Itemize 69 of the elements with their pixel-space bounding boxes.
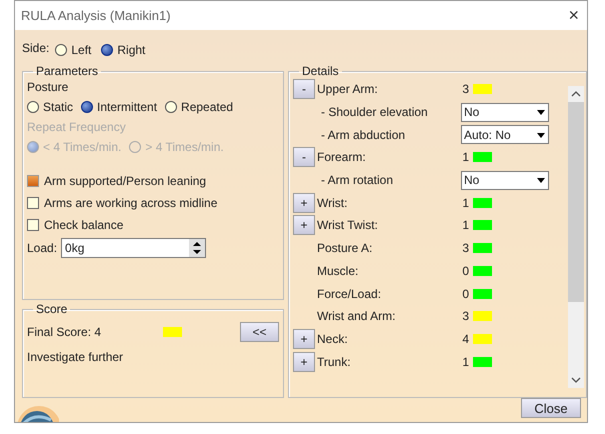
- score-value: 4: [461, 332, 469, 346]
- radio-button[interactable]: [27, 101, 39, 113]
- scrollbar[interactable]: [568, 86, 584, 388]
- score-label: Muscle:: [317, 264, 360, 278]
- checkbox[interactable]: [27, 175, 39, 187]
- scroll-up-icon[interactable]: [571, 90, 581, 98]
- score-label: Force/Load:: [317, 286, 382, 301]
- score-value: 0: [461, 264, 469, 278]
- score-value: 1: [461, 150, 469, 164]
- group-title: Score: [35, 302, 68, 316]
- section-label: Repeat Frequency: [27, 120, 127, 134]
- checkbox-label: Arms are working across midline: [44, 196, 218, 210]
- score-label: Upper Arm:: [317, 82, 379, 96]
- expand-toggle[interactable]: +: [293, 215, 315, 236]
- expand-toggle[interactable]: +: [293, 192, 315, 213]
- radio-button[interactable]: [27, 141, 39, 153]
- collapse-button[interactable]: <<: [240, 322, 279, 342]
- expand-toggle[interactable]: -: [293, 79, 315, 100]
- load-label: Load:: [27, 241, 58, 255]
- scroll-down-icon[interactable]: [571, 376, 581, 384]
- dropdown[interactable]: No: [461, 170, 549, 190]
- radio-label: Intermittent: [97, 100, 158, 114]
- dropdown[interactable]: Auto: No: [461, 125, 549, 144]
- score-value: 1: [461, 218, 469, 232]
- checkbox-label: Arm supported/Person leaning: [44, 174, 206, 188]
- window-title: RULA Analysis (Manikin1): [21, 8, 171, 23]
- radio-label: > 4 Times/min.: [145, 140, 224, 154]
- score-value: 1: [461, 196, 469, 210]
- score-label: Trunk:: [317, 354, 352, 369]
- final-score: Final Score: 4: [27, 325, 102, 339]
- radio-label: Repeated: [181, 100, 234, 114]
- expand-toggle[interactable]: +: [293, 328, 315, 349]
- group-title: Details: [301, 64, 340, 78]
- close-button[interactable]: Close: [521, 398, 581, 418]
- score-verdict: Investigate further: [27, 350, 124, 364]
- radio-button[interactable]: [101, 44, 114, 56]
- score-label: Forearm:: [317, 150, 367, 164]
- radio-label: Static: [43, 100, 74, 114]
- radio-label: Right: [117, 43, 146, 57]
- side-label: Side:: [22, 41, 50, 55]
- radio-button[interactable]: [129, 141, 142, 153]
- option-label: - Shoulder elevation: [320, 105, 429, 120]
- expand-toggle[interactable]: -: [293, 147, 315, 168]
- score-value: 0: [461, 286, 469, 301]
- radio-button[interactable]: [55, 44, 68, 56]
- option-label: - Arm abduction: [320, 128, 406, 142]
- spinner-icon[interactable]: [189, 239, 206, 257]
- radio-label: < 4 Times/min.: [43, 140, 122, 154]
- score-value: 3: [461, 82, 469, 96]
- score-value: 3: [461, 241, 469, 256]
- section-label: Posture: [27, 80, 70, 94]
- expand-toggle[interactable]: +: [293, 352, 315, 372]
- option-label: - Arm rotation: [320, 173, 394, 188]
- radio-button[interactable]: [81, 101, 94, 113]
- load-field[interactable]: 0kg: [61, 238, 206, 258]
- score-value: 1: [461, 354, 469, 369]
- checkbox[interactable]: [27, 197, 39, 209]
- score-label: Wrist:: [317, 196, 348, 210]
- score-label: Posture A:: [317, 241, 374, 256]
- score-value: 3: [461, 309, 469, 324]
- score-label: Wrist and Arm:: [317, 309, 396, 324]
- dropdown[interactable]: No: [461, 102, 549, 122]
- score-label: Neck:: [317, 332, 349, 346]
- checkbox[interactable]: [27, 219, 39, 231]
- checkbox-label: Check balance: [44, 218, 124, 232]
- radio-button[interactable]: [165, 101, 178, 113]
- group-title: Parameters: [35, 64, 100, 78]
- radio-label: Left: [71, 43, 92, 57]
- score-label: Wrist Twist:: [317, 218, 379, 232]
